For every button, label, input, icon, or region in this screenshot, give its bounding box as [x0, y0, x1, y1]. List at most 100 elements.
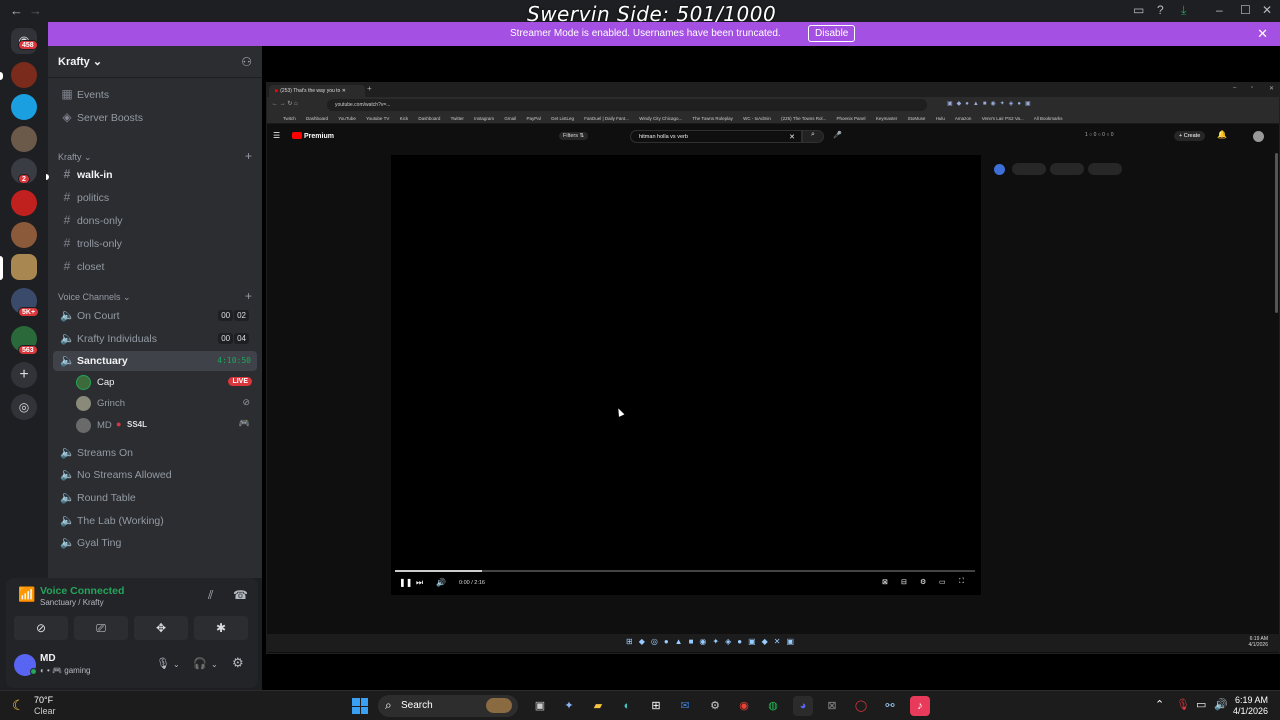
help-icon[interactable]: ?: [1157, 3, 1164, 17]
new-tab-icon[interactable]: +: [367, 84, 372, 93]
add-server-icon[interactable]: +: [11, 362, 37, 388]
filter-chip[interactable]: [1088, 163, 1122, 175]
voice-channel-round-table[interactable]: 🔈 Round Table: [53, 488, 257, 508]
app-icon-generic[interactable]: ⊠: [822, 696, 842, 716]
theater-icon[interactable]: ▭: [939, 578, 946, 586]
stream-view[interactable]: ▶ (253) That's the way you to ✕ + – ▫ ✕ …: [262, 46, 1280, 690]
user-name[interactable]: MD: [40, 653, 56, 664]
forward-arrow-icon[interactable]: →: [29, 3, 42, 18]
close-banner-icon[interactable]: ✕: [1257, 26, 1268, 42]
close-icon[interactable]: ✕: [1269, 85, 1274, 92]
next-icon[interactable]: ⏭: [416, 578, 423, 588]
noise-suppression-icon[interactable]: ⫽: [208, 588, 213, 603]
voice-channel-gyal-ting[interactable]: 🔈 Gyal Ting: [53, 533, 257, 553]
filter-chip[interactable]: [1012, 163, 1046, 175]
voice-channel-sanctuary[interactable]: 🔈 Sanctuary 4:10:50: [53, 351, 257, 371]
inbox-icon[interactable]: ▭: [1133, 3, 1144, 17]
spotify-icon[interactable]: ◍: [763, 696, 783, 716]
menu-icon[interactable]: ☰: [273, 131, 280, 140]
file-explorer-icon[interactable]: ▰: [588, 696, 608, 716]
autoplay-icon[interactable]: ⊠: [882, 578, 888, 586]
guild-header[interactable]: Krafty ⌄ ⚇: [48, 46, 262, 78]
invite-icon[interactable]: ⚇: [241, 55, 252, 69]
moon-icon[interactable]: ☾: [12, 697, 25, 714]
edge-icon[interactable]: ◐: [617, 696, 637, 716]
minimize-icon[interactable]: –: [1216, 3, 1223, 17]
disable-streamer-mode-button[interactable]: Disable: [808, 25, 856, 42]
browser-nav-icons[interactable]: ← → ↻ ⌂: [272, 100, 298, 107]
microphone-in-use-icon[interactable]: 🎙: [1176, 698, 1190, 711]
video-progress-bar[interactable]: [395, 570, 975, 572]
voice-connected-status[interactable]: Voice Connected: [40, 585, 124, 597]
search-button[interactable]: ⌕: [802, 130, 824, 143]
server-icon-5[interactable]: [11, 222, 37, 248]
headphones-icon[interactable]: 🎧: [193, 657, 207, 670]
filter-chip[interactable]: [1050, 163, 1084, 175]
signal-icon[interactable]: 📶: [18, 586, 35, 603]
task-view-icon[interactable]: ▣: [530, 696, 550, 716]
server-icon-4[interactable]: [11, 190, 37, 216]
video-player[interactable]: ❚❚ ⏭ 🔊 0:00 / 2:16 ⊠ ⊟ ⚙ ▭ ⛶: [391, 155, 981, 595]
create-button[interactable]: + Create: [1174, 131, 1206, 141]
extension-icons[interactable]: ▣◆●▲■◉✦◈●▣: [947, 100, 1035, 107]
opera-icon[interactable]: ◯: [851, 696, 871, 716]
channel-dons-only[interactable]: # dons-only: [53, 211, 257, 231]
download-icon[interactable]: ⤓: [1181, 3, 1186, 18]
filters-button[interactable]: Filters ⇅: [559, 132, 589, 140]
voice-location[interactable]: Sanctuary / Krafty: [40, 598, 104, 607]
volume-icon[interactable]: 🔊: [436, 578, 446, 587]
system-clock[interactable]: 6:19 AM 4/1/2026: [1233, 695, 1268, 717]
server-icon-2[interactable]: [11, 94, 37, 120]
copilot-icon[interactable]: ✦: [559, 696, 579, 716]
microphone-icon[interactable]: 🎙: [156, 657, 170, 670]
browser-tab[interactable]: ▶ (253) That's the way you to ✕: [269, 85, 365, 97]
microphone-icon[interactable]: 🎤: [833, 131, 842, 139]
minimize-icon[interactable]: –: [1233, 85, 1236, 91]
voice-channel-no-streams[interactable]: 🔈 No Streams Allowed: [53, 465, 257, 485]
channel-trolls-only[interactable]: # trolls-only: [53, 234, 257, 254]
outlook-icon[interactable]: ✉: [675, 696, 695, 716]
voice-channel-krafty-individuals[interactable]: 🔈 Krafty Individuals 00 04: [53, 329, 257, 349]
voice-channel-the-lab[interactable]: 🔈 The Lab (Working): [53, 511, 257, 531]
taskbar-search[interactable]: ⌕ Search: [378, 695, 518, 717]
restore-icon[interactable]: ▫: [1251, 85, 1253, 91]
screen-share-button[interactable]: ⎚: [74, 616, 128, 640]
category-krafty[interactable]: Krafty ⌄: [58, 152, 92, 163]
fullscreen-icon[interactable]: ⛶: [959, 578, 964, 586]
chrome-icon[interactable]: ◉: [734, 696, 754, 716]
server-icon-krafty[interactable]: [11, 254, 37, 280]
subtitles-icon[interactable]: ⊟: [901, 578, 907, 586]
discover-icon[interactable]: ◎: [11, 394, 37, 420]
gear-icon[interactable]: ⚙: [232, 655, 244, 671]
weather-description[interactable]: Clear: [34, 706, 56, 716]
store-icon[interactable]: ⊞: [646, 696, 666, 716]
start-button[interactable]: [352, 698, 368, 714]
voice-channel-streams-on[interactable]: 🔈 Streams On: [53, 443, 257, 463]
maximize-icon[interactable]: ☐: [1240, 3, 1251, 17]
youtube-search-input[interactable]: hitman holla vs verb ✕: [630, 130, 802, 143]
discord-icon[interactable]: ◕: [793, 696, 813, 716]
camera-off-button[interactable]: ⊘: [14, 616, 68, 640]
voice-user-md[interactable]: MD ● SS4L 🎮: [76, 416, 254, 436]
notifications-icon[interactable]: 🔔: [1217, 130, 1227, 139]
voice-user-grinch[interactable]: Grinch ⊘: [76, 394, 254, 414]
events-item[interactable]: ▦ Events: [53, 85, 257, 105]
address-bar[interactable]: youtube.com/watch?v=...: [327, 99, 927, 111]
disconnect-icon[interactable]: ☎: [233, 588, 248, 602]
pause-icon[interactable]: ❚❚: [399, 578, 412, 587]
voice-channel-on-court[interactable]: 🔈 On Court 00 02: [53, 306, 257, 326]
avatar[interactable]: [1253, 131, 1264, 142]
create-voice-channel-icon[interactable]: +: [245, 289, 252, 303]
voice-user-cap[interactable]: Cap LIVE: [76, 373, 254, 393]
page-scrollbar[interactable]: [1275, 153, 1278, 313]
close-window-icon[interactable]: ✕: [1262, 3, 1272, 17]
gear-icon[interactable]: ⚙: [920, 578, 926, 586]
server-boosts-item[interactable]: ◈ Server Boosts: [53, 108, 257, 128]
chip-icon[interactable]: [994, 164, 1005, 175]
server-icon-3[interactable]: [11, 126, 37, 152]
volume-icon[interactable]: 🔊: [1214, 698, 1228, 711]
channel-closet[interactable]: # closet: [53, 257, 257, 277]
chevron-up-icon[interactable]: ⌃: [1155, 698, 1164, 711]
weather-temperature[interactable]: 70°F: [34, 695, 53, 705]
soundboard-button[interactable]: ✱: [194, 616, 248, 640]
